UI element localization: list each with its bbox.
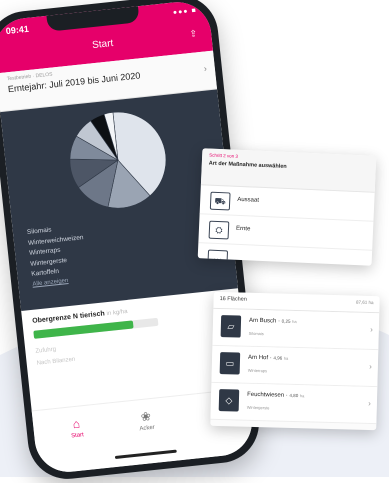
- signal-battery-icon: ●●● ■: [172, 7, 198, 17]
- tractor-icon: ⛟: [209, 191, 231, 211]
- home-indicator: [114, 449, 177, 460]
- fields-total-area: 87,61 ha: [355, 299, 374, 306]
- crop-pie-chart: [69, 111, 167, 209]
- field-shape-icon: ▭: [219, 352, 241, 375]
- field-crop: Winterraps: [247, 367, 268, 374]
- limit-title-text: Obergrenze N tierisch: [31, 310, 106, 325]
- chevron-right-icon: ›: [369, 361, 372, 372]
- tab-start[interactable]: ⌂ Start: [51, 414, 103, 441]
- field-icon: ❀: [140, 409, 152, 425]
- field-row[interactable]: ▱ Am Busch · 0,25 ha Silomais ›: [212, 308, 380, 351]
- field-name: Feuchtwiesen · 4,80 ha: [247, 391, 305, 399]
- field-crop: Silomais: [248, 330, 264, 337]
- field-name: Am Hof · 4,96 ha: [247, 354, 289, 362]
- tab-label: Acker: [139, 424, 156, 433]
- measure-option-label: Aussaat: [237, 196, 260, 204]
- field-shape-icon: ◇: [218, 389, 240, 412]
- field-area-unit: ha: [283, 355, 289, 361]
- field-area: 4,96: [273, 355, 283, 361]
- chevron-right-icon: ›: [370, 324, 373, 335]
- measure-type-card: Schritt 2 von 3 Art der Maßnahme auswähl…: [197, 148, 377, 266]
- field-name-text: Am Busch: [248, 317, 277, 325]
- tab-label: Start: [70, 432, 85, 440]
- field-name-text: Feuchtwiesen: [247, 391, 285, 399]
- home-icon: ⌂: [71, 416, 81, 432]
- field-area-unit: ha: [292, 318, 297, 325]
- status-time: 09:41: [5, 23, 30, 37]
- measure-option-label: Ernte: [235, 225, 251, 233]
- fields-list-card: 16 Flächen 87,61 ha ▱ Am Busch · 0,25 ha…: [210, 291, 380, 431]
- field-crop: Wintergerste: [246, 404, 270, 411]
- chevron-right-icon: ›: [203, 63, 208, 74]
- field-shape-icon: ▱: [220, 315, 242, 338]
- chevron-right-icon: ›: [368, 398, 372, 409]
- field-area: 0,25: [281, 318, 291, 324]
- field-name-text: Am Hof: [247, 354, 269, 362]
- fields-count: 16 Flächen: [219, 296, 247, 303]
- field-row[interactable]: ▭ Am Hof · 4,96 ha Winterraps ›: [211, 345, 379, 388]
- field-name: Am Busch · 0,25 ha: [248, 317, 297, 325]
- share-icon[interactable]: ⇪: [189, 28, 198, 40]
- field-area: 4,80: [289, 392, 299, 399]
- crop-legend: Silomais Winterweichweizen Winterraps Wi…: [27, 222, 88, 280]
- limit-unit: in kg/ha: [106, 308, 128, 318]
- tab-acker[interactable]: ❀ Acker: [120, 407, 172, 434]
- harvester-icon: ⛭: [208, 220, 230, 240]
- field-row[interactable]: ◇ Feuchtwiesen · 4,80 ha Wintergerste ›: [210, 382, 378, 425]
- field-area-unit: ha: [299, 393, 305, 399]
